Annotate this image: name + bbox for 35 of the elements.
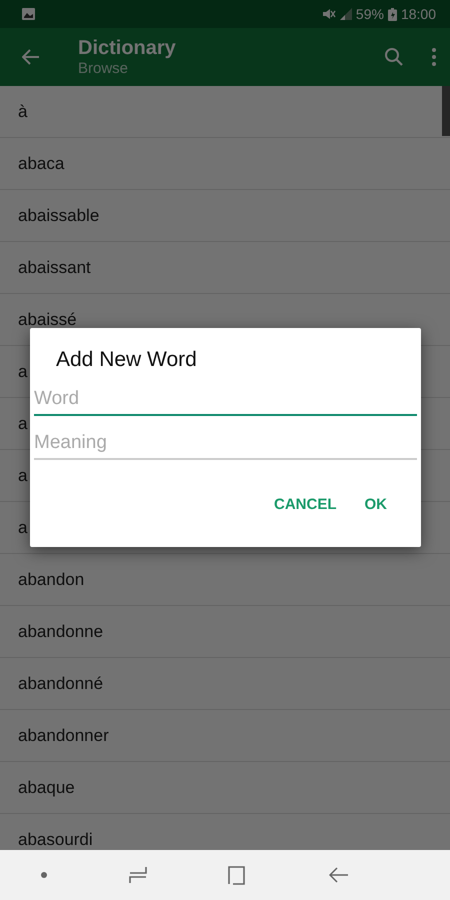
word-item[interactable]: abaque [18, 778, 75, 798]
more-icon[interactable] [432, 48, 436, 66]
recents-icon[interactable] [128, 865, 147, 885]
dialog-button[interactable]: OK [354, 488, 397, 521]
word-item[interactable]: abaissant [18, 258, 91, 278]
scrollbar-thumb[interactable] [442, 86, 450, 136]
word-item[interactable]: a [18, 414, 28, 434]
clock: 18:00 [400, 6, 436, 22]
image-icon [22, 8, 35, 20]
word-item[interactable]: abandon [18, 570, 84, 590]
back-icon[interactable] [329, 867, 350, 883]
word-item[interactable]: abaissé [18, 310, 77, 330]
battery-percent: 59% [356, 6, 384, 22]
app-subtitle: Browse [78, 60, 130, 77]
word-item[interactable]: a [18, 518, 28, 538]
dialog-button[interactable]: CANCEL [264, 488, 346, 521]
dot-icon[interactable] [40, 872, 47, 878]
word-item[interactable]: abandonne [18, 622, 104, 642]
word-item[interactable]: a [18, 362, 28, 382]
mute-icon [322, 8, 336, 20]
word-item[interactable]: abaca [18, 154, 64, 174]
word-item[interactable]: abandonner [18, 726, 109, 746]
word-item[interactable]: abasourdi [18, 830, 93, 850]
input-field[interactable]: Meaning [34, 426, 417, 460]
signal-icon [340, 8, 352, 20]
home-icon[interactable] [228, 866, 248, 884]
word-item[interactable]: à [18, 102, 28, 122]
input-field[interactable]: Word [34, 382, 417, 416]
word-item[interactable]: abandonné [18, 674, 104, 694]
word-item[interactable]: a [18, 466, 28, 486]
battery-icon [388, 8, 397, 20]
dialog-title: Add New Word [56, 348, 198, 372]
search-icon[interactable] [384, 47, 404, 67]
word-item[interactable]: abaissable [18, 206, 100, 226]
app-title: Dictionary [78, 37, 177, 60]
